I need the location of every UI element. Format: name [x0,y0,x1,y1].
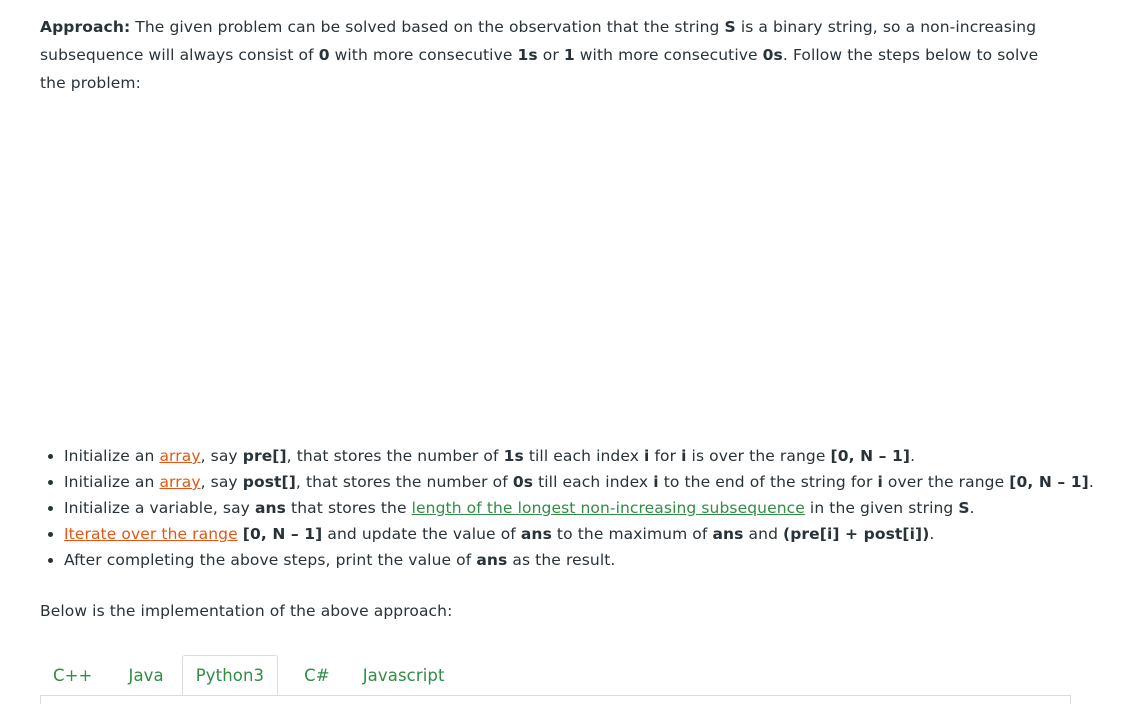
iterate-range-link[interactable]: Iterate over the range [64,525,238,543]
array-link[interactable]: array [159,447,200,465]
lnis-link[interactable]: length of the longest non-increasing sub… [412,499,805,517]
ones-term: 1s [517,46,538,64]
code-term: ans [254,499,287,517]
tab-java[interactable]: Java [115,655,176,695]
code-term: 0s [512,473,534,491]
approach-label: Approach: [40,18,131,36]
code-term: ans [476,551,508,569]
approach-text: with more consecutive [329,46,518,64]
article-page: Approach: The given problem can be solve… [0,0,1124,704]
zero-term: 0 [318,46,330,64]
zeros-term: 0s [762,46,783,64]
tab-javascript[interactable]: Javascript [350,655,458,695]
step-item: Iterate over the range [0, N – 1] and up… [64,521,1124,547]
blank-ad-space [40,110,1040,430]
approach-paragraph: Approach: The given problem can be solve… [40,13,1040,97]
approach-text: or [537,46,564,64]
approach-text: with more consecutive [574,46,763,64]
tab-csharp[interactable]: C# [291,655,343,695]
code-term: pre[] [242,447,287,465]
code-term: post[] [242,473,296,491]
steps-list: Initialize an array, say pre[], that sto… [40,443,1124,573]
step-item: Initialize an array, say post[], that st… [64,469,1124,495]
code-term: 1s [503,447,524,465]
step-item: Initialize an array, say pre[], that sto… [64,443,1124,469]
approach-text: The given problem can be solved based on… [130,18,725,36]
code-term: (pre[i] + post[i]) [783,525,930,543]
code-term: S [958,499,970,517]
code-term: [0, N – 1] [1009,473,1089,491]
implementation-intro: Below is the implementation of the above… [40,602,453,620]
language-tabs: C++ Java Python3 C# Javascript [40,655,1071,695]
code-term: ans [520,525,552,543]
step-item: Initialize a variable, say ans that stor… [64,495,1124,521]
array-link[interactable]: array [159,473,200,491]
code-term: [0, N – 1] [830,447,911,465]
code-panel [40,695,1071,704]
code-term: ans [712,525,744,543]
one-term: 1 [563,46,575,64]
step-item: After completing the above steps, print … [64,547,1124,573]
string-s: S [724,18,736,36]
tab-cpp[interactable]: C++ [40,655,105,695]
tab-python3[interactable]: Python3 [181,655,279,695]
code-term: [0, N – 1] [242,525,323,543]
